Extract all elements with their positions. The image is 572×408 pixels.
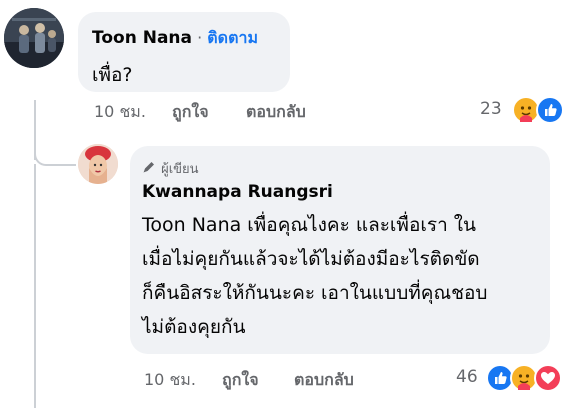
reply-author[interactable]: Kwannapa Ruangsri xyxy=(142,182,333,202)
comment-timestamp[interactable]: 10 ชม. xyxy=(94,100,146,125)
like-icon xyxy=(536,96,564,124)
love-icon xyxy=(534,364,562,392)
reply-text-line: ไม่ต้องคุยกัน xyxy=(142,316,246,338)
reply-button[interactable]: ตอบกลับ xyxy=(294,368,354,393)
reply-button[interactable]: ตอบกลับ xyxy=(246,100,306,125)
avatar-photo-icon xyxy=(4,8,64,68)
reply-text-line: เมื่อไม่คุยกันแล้วจะได้ไม่ต้องมีอะไรติดข… xyxy=(142,248,480,270)
pen-icon xyxy=(142,159,156,178)
avatar-photo-icon xyxy=(78,144,118,184)
like-button[interactable]: ถูกใจ xyxy=(172,100,209,125)
reaction-count[interactable]: 23 xyxy=(480,99,502,119)
comment-author[interactable]: Toon Nana xyxy=(92,28,192,48)
comment-text: เพื่อ? xyxy=(92,64,133,86)
separator-dot: · xyxy=(197,28,203,47)
thread-line-lower xyxy=(34,164,36,408)
reply-text: Toon Nana เพื่อคุณไงคะ และเพื่อเรา ใน เม… xyxy=(142,208,546,344)
avatar[interactable] xyxy=(78,144,118,184)
follow-button[interactable]: ติดตาม xyxy=(207,28,258,47)
avatar[interactable] xyxy=(4,8,64,68)
reply-text-line: ก็คืนอิสระให้กันนะคะ เอาในแบบที่คุณชอบ xyxy=(142,282,488,304)
reply-text-line: Toon Nana เพื่อคุณไงคะ และเพื่อเรา ใน xyxy=(142,214,477,236)
author-badge: ผู้เขียน xyxy=(161,162,199,177)
reply-timestamp[interactable]: 10 ชม. xyxy=(144,368,196,393)
comment-bubble: Toon Nana · ติดตาม เพื่อ? xyxy=(78,12,290,92)
reaction-count[interactable]: 46 xyxy=(456,367,478,387)
reply-bubble: ผู้เขียน Kwannapa Ruangsri Toon Nana เพื… xyxy=(130,146,550,354)
thread-line-curve xyxy=(34,150,76,166)
like-button[interactable]: ถูกใจ xyxy=(222,368,259,393)
